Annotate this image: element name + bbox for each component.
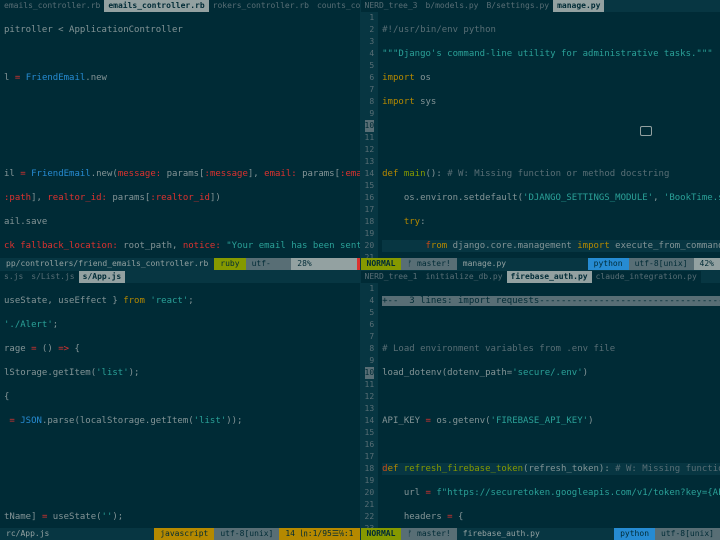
pane-top-left[interactable]: emails_controller.rb emails_controller.r…	[0, 0, 360, 270]
status-mode: NORMAL	[361, 528, 402, 540]
tabline-bl[interactable]: s.js s/List.js s/App.js	[0, 271, 360, 283]
tab[interactable]: B/settings.py	[482, 0, 553, 12]
source[interactable]: +-- 3 lines: import requests------------…	[378, 283, 720, 529]
status-filetype: ruby	[214, 258, 245, 270]
tab[interactable]: initialize_db.py	[421, 271, 506, 283]
nerdtree-tab[interactable]: NERD_tree_3	[361, 0, 422, 12]
tabline-tr[interactable]: NERD_tree_3 b/models.py B/settings.py ma…	[361, 0, 720, 12]
status-branch: ᚠ master!	[401, 258, 456, 270]
code-area[interactable]: 123456789101112131415161718192021 #!/usr…	[361, 12, 720, 258]
source[interactable]: #!/usr/bin/env python """Django's comman…	[378, 12, 720, 258]
tabline-tl[interactable]: emails_controller.rb emails_controller.r…	[0, 0, 360, 12]
status-encoding: utf-8[unix]	[246, 258, 292, 270]
tab[interactable]: claude_integration.py	[592, 271, 701, 283]
tab[interactable]: b/models.py	[421, 0, 482, 12]
status-filetype: python	[588, 258, 629, 270]
status-branch: ᚠ master!	[401, 528, 456, 540]
tab-active[interactable]: manage.py	[553, 0, 604, 12]
source[interactable]: useState, useEffect } from 'react'; './A…	[0, 283, 360, 529]
line-numbers: 14567891011121314151617181920212223	[361, 283, 379, 529]
pane-bottom-right[interactable]: NERD_tree_1 initialize_db.py firebase_au…	[361, 271, 720, 540]
tabline-br[interactable]: NERD_tree_1 initialize_db.py firebase_au…	[361, 271, 720, 283]
fold-marker[interactable]: +-- 3 lines: import requests------------…	[382, 296, 720, 306]
tab-active[interactable]: emails_controller.rb	[104, 0, 208, 12]
status-file: rc/App.js	[0, 528, 154, 540]
status-mode: NORMAL	[361, 258, 402, 270]
tab[interactable]: s.js	[0, 271, 27, 283]
tab[interactable]: rokers_controller.rb	[209, 0, 313, 12]
statusline-tl: pp/controllers/friend_emails_controller.…	[0, 258, 360, 270]
cursor-indicator	[640, 126, 652, 136]
tab-active[interactable]: firebase_auth.py	[507, 271, 592, 283]
status-filetype: javascript	[154, 528, 214, 540]
status-encoding: utf-8[unix]	[214, 528, 279, 540]
statusline-br: NORMAL ᚠ master! firebase_auth.py python…	[361, 528, 720, 540]
pane-bottom-left[interactable]: s.js s/List.js s/App.js useState, useEff…	[0, 271, 360, 540]
tab-active[interactable]: s/App.js	[79, 271, 126, 283]
status-trailing: ◊ [0]trai	[357, 258, 360, 270]
code-area[interactable]: pitroller < ApplicationController l = Fr…	[0, 12, 360, 258]
vim-split-grid: emails_controller.rb emails_controller.r…	[0, 0, 720, 540]
status-percent: 42%	[694, 258, 720, 270]
statusline-bl: rc/App.js javascript utf-8[unix] 14 ㏑:1/…	[0, 528, 360, 540]
tab[interactable]: s/List.js	[27, 271, 78, 283]
nerdtree-tab[interactable]: NERD_tree_1	[361, 271, 422, 283]
source[interactable]: pitroller < ApplicationController l = Fr…	[0, 12, 360, 258]
status-filetype: python	[614, 528, 655, 540]
status-encoding: utf-8[unix]	[629, 258, 694, 270]
statusline-tr: NORMAL ᚠ master! manage.py python utf-8[…	[361, 258, 720, 270]
status-file: pp/controllers/friend_emails_controller.…	[0, 258, 214, 270]
pane-top-right[interactable]: NERD_tree_3 b/models.py B/settings.py ma…	[361, 0, 720, 270]
line-numbers: 123456789101112131415161718192021	[361, 12, 379, 258]
code-area[interactable]: useState, useEffect } from 'react'; './A…	[0, 283, 360, 529]
status-position: 14 ㏑:1/95☰℅:1	[279, 528, 359, 540]
status-file: firebase_auth.py	[457, 528, 614, 540]
code-area[interactable]: 14567891011121314151617181920212223 +-- …	[361, 283, 720, 529]
tab[interactable]: counts_controller.rb	[313, 0, 360, 12]
status-file: manage.py	[457, 258, 588, 270]
tab[interactable]: emails_controller.rb	[0, 0, 104, 12]
status-encoding: utf-8[unix]	[655, 528, 720, 540]
status-position: 28% ㏑:4/20☰℅:1	[291, 258, 357, 270]
